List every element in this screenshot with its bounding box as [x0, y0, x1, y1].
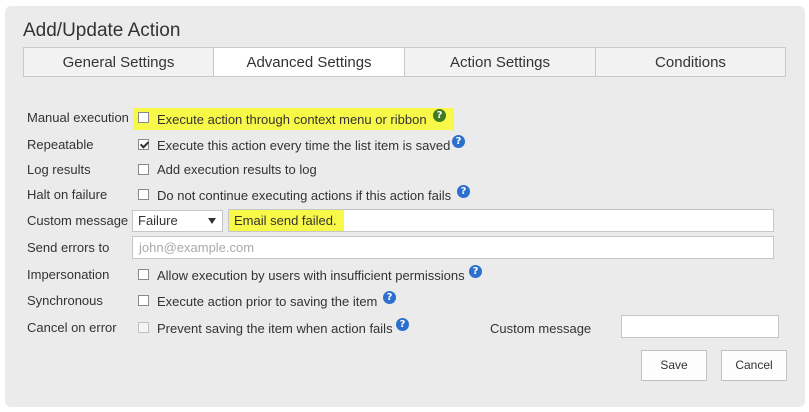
- cancel-button[interactable]: Cancel: [721, 350, 787, 381]
- impersonation-checkbox[interactable]: [138, 269, 149, 280]
- halt-on-failure-checkbox[interactable]: [138, 189, 149, 200]
- cancel-on-error-label: Cancel on error: [27, 320, 117, 335]
- help-icon[interactable]: ?: [452, 135, 465, 148]
- dialog-title: Add/Update Action: [23, 20, 181, 41]
- manual-execution-option[interactable]: Execute action through context menu or r…: [157, 110, 427, 130]
- tab-bar: General Settings Advanced Settings Actio…: [23, 47, 786, 77]
- custom-message-type-select[interactable]: Failure: [132, 210, 223, 232]
- help-icon[interactable]: ?: [433, 109, 446, 122]
- cancel-custom-message-label: Custom message: [490, 321, 592, 336]
- custom-message-value: Email send failed.: [234, 213, 337, 228]
- help-icon[interactable]: ?: [383, 291, 396, 304]
- log-results-option[interactable]: Add execution results to log: [157, 160, 317, 180]
- help-icon[interactable]: ?: [457, 185, 470, 198]
- impersonation-label: Impersonation: [27, 267, 110, 282]
- send-errors-to-input[interactable]: john@example.com: [132, 236, 774, 259]
- synchronous-label: Synchronous: [27, 293, 103, 308]
- manual-execution-checkbox[interactable]: [138, 112, 149, 123]
- chevron-down-icon: [208, 218, 216, 224]
- send-errors-to-label: Send errors to: [27, 240, 110, 255]
- halt-on-failure-option[interactable]: Do not continue executing actions if thi…: [157, 186, 451, 206]
- save-button[interactable]: Save: [641, 350, 707, 381]
- tab-action-settings[interactable]: Action Settings: [405, 47, 596, 77]
- help-icon[interactable]: ?: [469, 265, 482, 278]
- tab-advanced-settings[interactable]: Advanced Settings: [214, 47, 405, 77]
- impersonation-option[interactable]: Allow execution by users with insufficie…: [157, 266, 465, 286]
- log-results-label: Log results: [27, 162, 91, 177]
- synchronous-option[interactable]: Execute action prior to saving the item: [157, 292, 377, 312]
- cancel-on-error-option[interactable]: Prevent saving the item when action fail…: [157, 319, 393, 339]
- halt-on-failure-label: Halt on failure: [27, 187, 108, 202]
- cancel-custom-message-input[interactable]: [621, 315, 779, 338]
- repeatable-label: Repeatable: [27, 137, 94, 152]
- manual-execution-label: Manual execution: [27, 110, 129, 125]
- tab-general-settings[interactable]: General Settings: [23, 47, 214, 77]
- repeatable-option[interactable]: Execute this action every time the list …: [157, 136, 450, 156]
- synchronous-checkbox[interactable]: [138, 295, 149, 306]
- repeatable-checkbox[interactable]: [138, 139, 149, 150]
- cancel-on-error-checkbox[interactable]: [138, 322, 149, 333]
- custom-message-label: Custom message: [27, 213, 129, 228]
- tab-conditions[interactable]: Conditions: [596, 47, 786, 77]
- custom-message-type-value: Failure: [138, 213, 178, 228]
- send-errors-to-placeholder: john@example.com: [139, 240, 255, 255]
- help-icon[interactable]: ?: [396, 318, 409, 331]
- log-results-checkbox[interactable]: [138, 164, 149, 175]
- custom-message-input[interactable]: Email send failed.: [228, 209, 774, 232]
